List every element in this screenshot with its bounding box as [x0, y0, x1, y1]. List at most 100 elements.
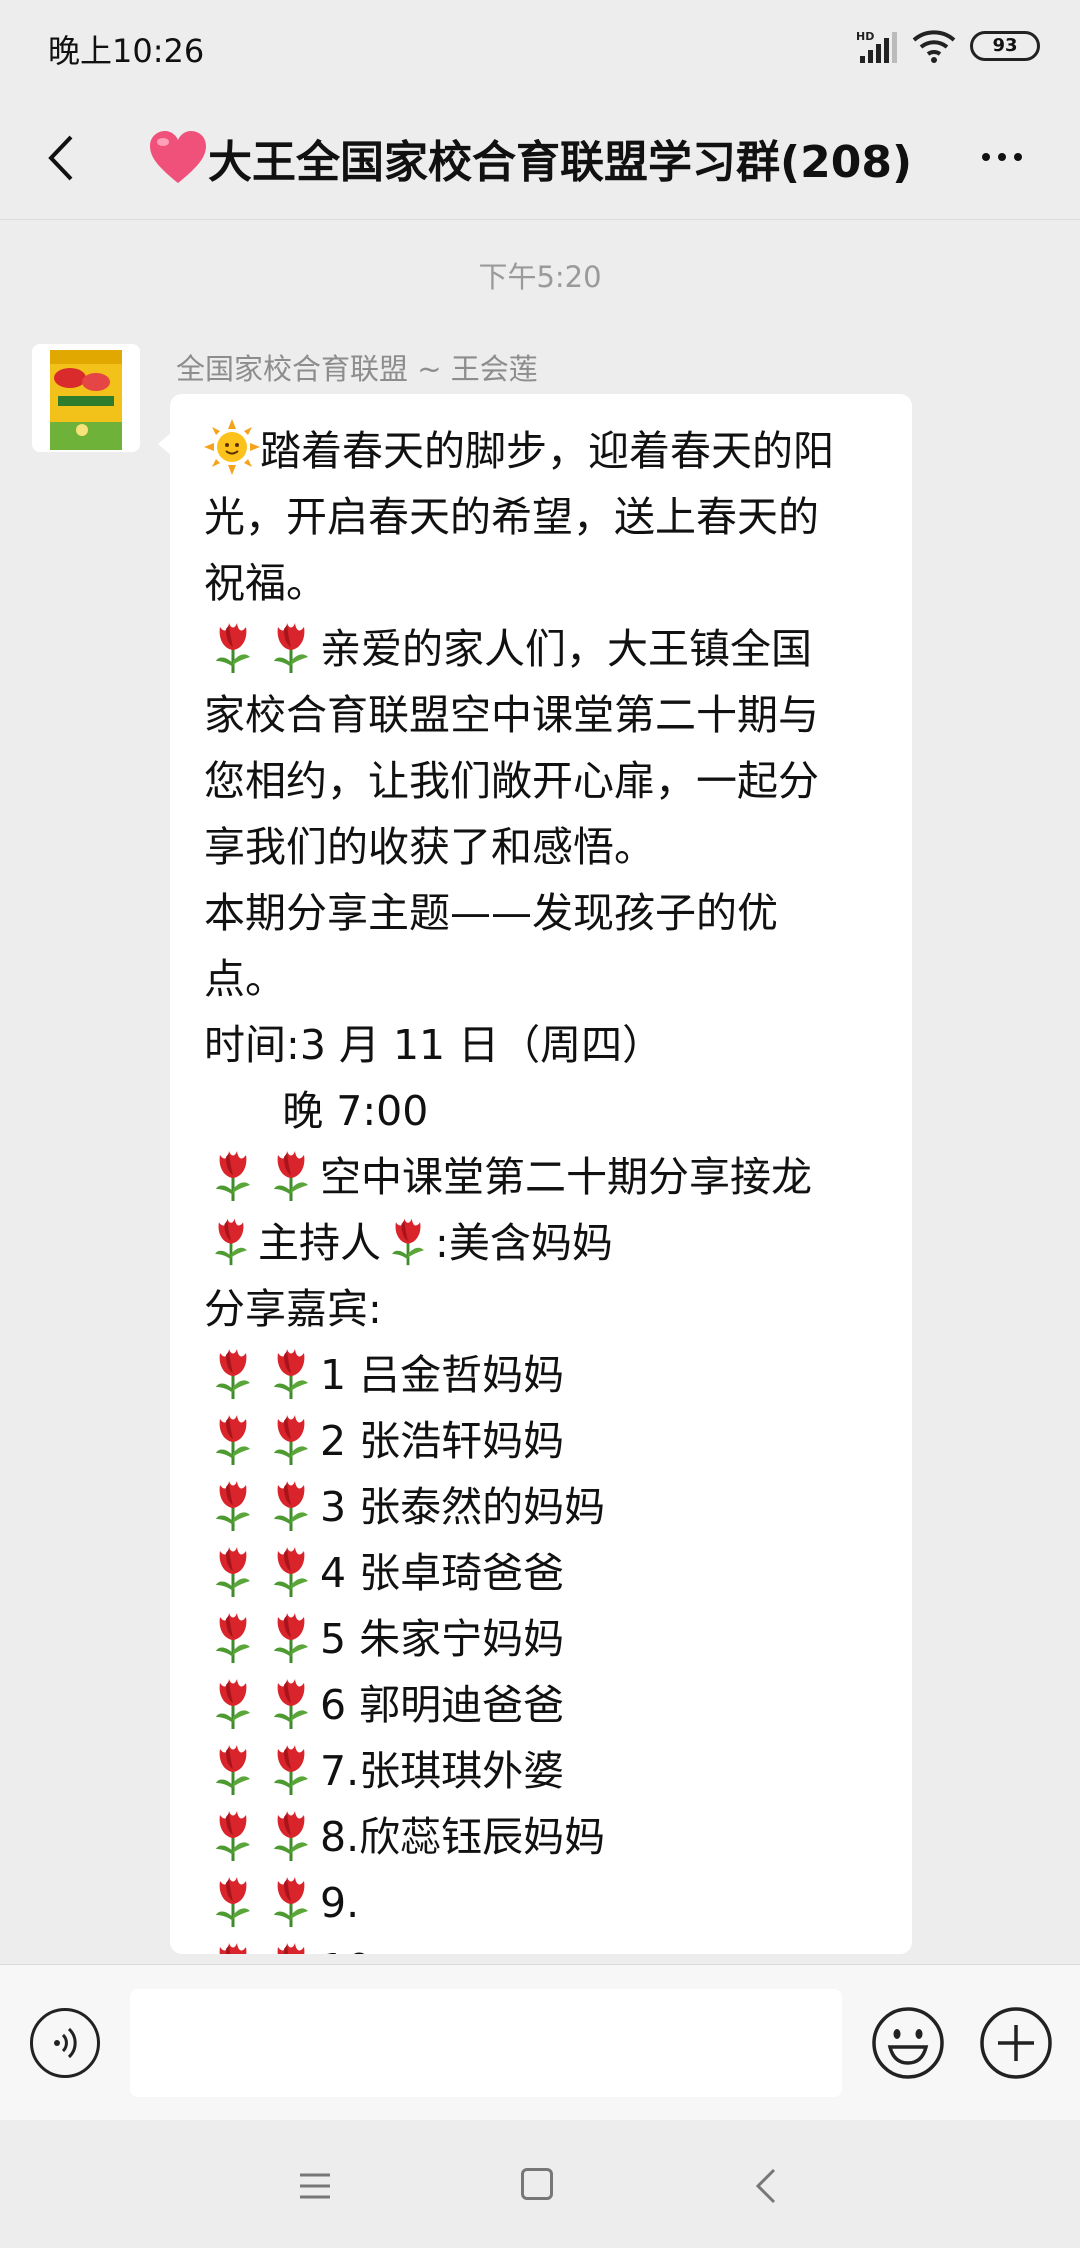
- message-line-text: 时间:3 月 11 日（周四）: [204, 1021, 664, 1069]
- home-icon[interactable]: [521, 2168, 553, 2200]
- message-timestamp: 下午5:20: [478, 260, 602, 294]
- message-line-text: 家校合育联盟空中课堂第二十期与: [204, 691, 819, 739]
- message-line: 6 郭明迪爸爸: [204, 1672, 894, 1738]
- message-line-text: 亲爱的家人们，大王镇全国: [320, 625, 812, 673]
- input-bar: [0, 1964, 1080, 2121]
- message-line: 您相约，让我们敞开心扉，一起分: [204, 748, 894, 814]
- message-line-text: 2 张浩轩妈妈: [320, 1417, 565, 1465]
- tulip-emoji-icon: [262, 1145, 320, 1203]
- tulip-emoji-icon: [204, 1541, 262, 1599]
- message-line-text: 晚 7:00: [204, 1087, 429, 1135]
- tulip-emoji-icon: [262, 1409, 320, 1467]
- tulip-emoji-icon: [262, 1541, 320, 1599]
- back-button[interactable]: [30, 120, 90, 196]
- message-line-text: 9.: [320, 1879, 360, 1927]
- message-line-text: 踏着春天的脚步，迎着春天的阳: [260, 427, 834, 475]
- tulip-emoji-icon: [262, 1343, 320, 1401]
- wifi-icon: [912, 30, 956, 63]
- message-line-text: 光，开启春天的希望，送上春天的: [204, 493, 819, 541]
- message-line-text: 1 吕金哲妈妈: [320, 1351, 565, 1399]
- more-dot-icon: [998, 153, 1006, 161]
- message-line-text: 您相约，让我们敞开心扉，一起分: [204, 757, 819, 805]
- more-dot-icon: [1014, 153, 1022, 161]
- tulip-emoji-icon: [204, 1409, 262, 1467]
- tulip-emoji-icon: [204, 1871, 262, 1929]
- tulip-emoji-icon: [204, 1673, 262, 1731]
- tulip-emoji-icon: [204, 1607, 262, 1665]
- tulip-emoji-icon: [204, 1475, 262, 1533]
- message-line: 空中课堂第二十期分享接龙: [204, 1144, 894, 1210]
- message-text: 踏着春天的脚步，迎着春天的阳 光，开启春天的希望，送上春天的 祝福。 亲爱的家人…: [204, 418, 894, 1954]
- message-line: 7.张琪琪外婆: [204, 1738, 894, 1804]
- signal-icon: HD: [856, 30, 897, 63]
- message-line: 祝福。: [204, 550, 894, 616]
- message-line: 踏着春天的脚步，迎着春天的阳: [204, 418, 894, 484]
- message-line: 8.欣蕊钰辰妈妈: [204, 1804, 894, 1870]
- message-line: 主持人:美含妈妈: [204, 1210, 894, 1276]
- sender-name: 全国家校合育联盟 ~ 王会莲: [176, 352, 538, 386]
- more-button[interactable]: [972, 132, 1032, 182]
- chat-title: 大王全国家校合育联盟学习群(208): [208, 137, 913, 188]
- menu-icon[interactable]: [298, 2172, 332, 2200]
- avatar[interactable]: [32, 344, 140, 452]
- tulip-emoji-icon: [204, 617, 262, 675]
- message-line-text: 空中课堂第二十期分享接龙: [320, 1153, 812, 1201]
- message-line: 亲爱的家人们，大王镇全国: [204, 616, 894, 682]
- sun-emoji-icon: [204, 419, 260, 475]
- tulip-emoji-icon: [204, 1937, 262, 1954]
- message-line: 9.: [204, 1870, 894, 1936]
- back-icon: [48, 135, 73, 181]
- emoji-button[interactable]: [870, 2005, 946, 2081]
- tulip-emoji-icon: [262, 1739, 320, 1797]
- message-bubble[interactable]: 踏着春天的脚步，迎着春天的阳 光，开启春天的希望，送上春天的 祝福。 亲爱的家人…: [170, 394, 912, 1954]
- tulip-emoji-icon: [262, 1673, 320, 1731]
- status-time: 晚上10:26: [48, 32, 205, 70]
- message-line-text: 本期分享主题——发现孩子的优: [204, 889, 778, 937]
- message-line: 享我们的收获了和感悟。: [204, 814, 894, 880]
- tulip-emoji-icon: [262, 1805, 320, 1863]
- message-line-text: 3 张泰然的妈妈: [320, 1483, 606, 1531]
- tulip-emoji-icon: [262, 1937, 320, 1954]
- message-line: 时间:3 月 11 日（周四）: [204, 1012, 894, 1078]
- message-line: 分享嘉宾:: [204, 1276, 894, 1342]
- message-line-text: 7.张琪琪外婆: [320, 1747, 565, 1795]
- battery-icon: 93: [970, 31, 1040, 61]
- message-line: 10: [204, 1936, 894, 1954]
- divider: [0, 219, 1080, 220]
- tulip-emoji-icon: [204, 1805, 262, 1863]
- title-bar: 大王全国家校合育联盟学习群(208): [0, 96, 1080, 220]
- message-line-text: 10: [320, 1945, 372, 1954]
- tulip-emoji-icon: [262, 1871, 320, 1929]
- avatar-image: [32, 344, 140, 452]
- plus-button[interactable]: [978, 2005, 1054, 2081]
- message-line: 晚 7:00: [204, 1078, 894, 1144]
- message-line: 2 张浩轩妈妈: [204, 1408, 894, 1474]
- message-line-text: 分享嘉宾:: [204, 1285, 382, 1333]
- voice-button[interactable]: [30, 2008, 100, 2078]
- message-line-text: 6 郭明迪爸爸: [320, 1681, 565, 1729]
- message-input[interactable]: [130, 1989, 842, 2097]
- message-line-text: 祝福。: [204, 559, 327, 607]
- battery-level: 93: [992, 35, 1018, 56]
- nav-back-icon[interactable]: [750, 2166, 780, 2206]
- message-line: 点。: [204, 946, 894, 1012]
- message-line-text: 享我们的收获了和感悟。: [204, 823, 655, 871]
- message-line-text: 主持人: [258, 1219, 381, 1267]
- more-dot-icon: [982, 153, 990, 161]
- message-line-text: 点。: [204, 955, 286, 1003]
- message-line: 5 朱家宁妈妈: [204, 1606, 894, 1672]
- tulip-emoji-icon: [204, 1739, 262, 1797]
- hd-label: HD: [856, 30, 874, 43]
- tulip-emoji-icon: [204, 1145, 262, 1203]
- tulip-emoji-icon: [262, 617, 320, 675]
- tulip-emoji-icon: [262, 1475, 320, 1533]
- tulip-emoji-icon: [204, 1343, 262, 1401]
- message-line: 家校合育联盟空中课堂第二十期与: [204, 682, 894, 748]
- message-line: 1 吕金哲妈妈: [204, 1342, 894, 1408]
- tulip-emoji-icon: [381, 1211, 435, 1269]
- message-line: 光，开启春天的希望，送上春天的: [204, 484, 894, 550]
- message-line: 3 张泰然的妈妈: [204, 1474, 894, 1540]
- message-line: 4 张卓琦爸爸: [204, 1540, 894, 1606]
- message-line-text: 8.欣蕊钰辰妈妈: [320, 1813, 606, 1861]
- heart-emoji-icon: [150, 131, 206, 183]
